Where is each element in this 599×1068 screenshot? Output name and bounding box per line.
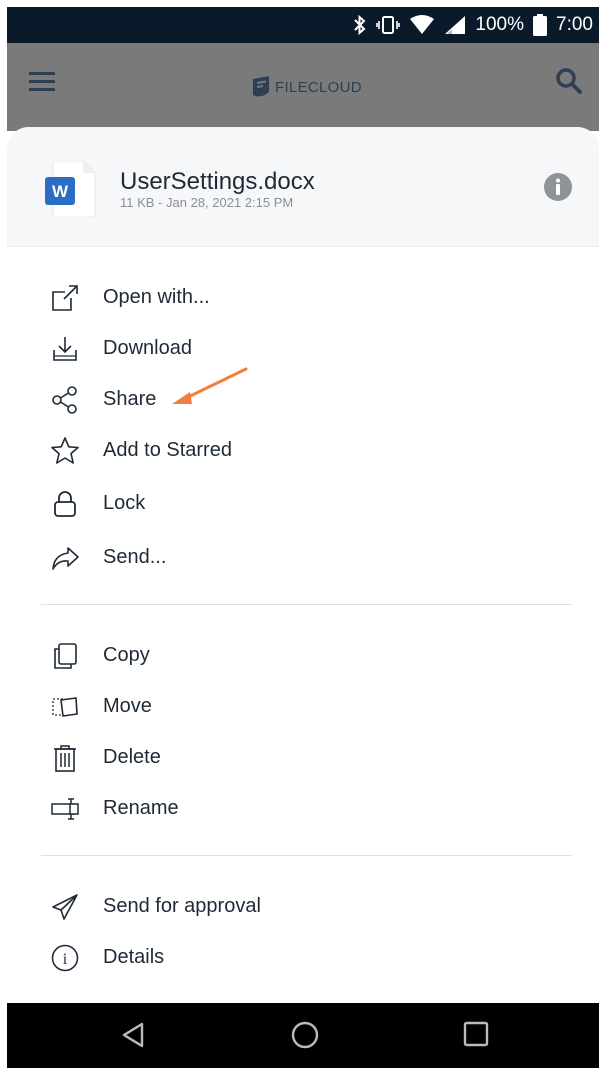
info-icon[interactable] <box>543 172 573 202</box>
divider <box>41 604 572 605</box>
share-icon <box>49 384 81 416</box>
menu-item-share[interactable]: Share <box>7 377 599 421</box>
menu-item-move[interactable]: Move <box>7 684 599 728</box>
menu-item-open-with[interactable]: Open with... <box>7 275 599 319</box>
signal-icon <box>445 16 466 34</box>
wifi-icon <box>410 15 435 34</box>
back-icon[interactable] <box>120 1021 146 1049</box>
menu-item-label: Share <box>103 388 157 410</box>
word-badge-letter: W <box>52 182 69 201</box>
filecloud-logo: FILECLOUD <box>251 75 362 99</box>
battery-icon <box>533 14 548 36</box>
vibrate-icon <box>376 16 401 34</box>
send-icon <box>49 542 81 574</box>
app-header: FILECLOUD <box>7 43 599 131</box>
menu-item-label: Details <box>103 946 165 968</box>
menu-item-label: Download <box>103 337 192 359</box>
file-actions-sheet: W UserSettings.docx 11 KB - Jan 28, 2021… <box>7 127 599 1003</box>
logo-text: FILECLOUD <box>275 78 362 96</box>
menu-item-copy[interactable]: Copy <box>7 633 599 677</box>
menu-item-label: Open with... <box>103 286 210 308</box>
search-icon[interactable] <box>555 67 583 95</box>
menu-item-label: Lock <box>103 492 146 514</box>
menu-item-label: Send for approval <box>103 895 261 917</box>
menu-item-label: Send... <box>103 546 167 568</box>
paper-plane-icon <box>49 891 81 923</box>
move-icon <box>49 691 81 723</box>
menu-item-label: Move <box>103 695 152 717</box>
lock-icon <box>49 488 81 520</box>
menu-item-delete[interactable]: Delete <box>7 735 599 779</box>
filecloud-logo-icon <box>253 76 269 97</box>
status-bar: 100% 7:00 <box>7 7 599 43</box>
info-circle-icon: i <box>49 942 81 974</box>
menu-item-label: Delete <box>103 746 161 768</box>
divider <box>41 855 572 856</box>
system-navigation-bar <box>7 1003 599 1068</box>
hamburger-menu-icon[interactable] <box>29 71 57 93</box>
file-meta: 11 KB - Jan 28, 2021 2:15 PM <box>120 195 294 210</box>
download-icon <box>49 333 81 365</box>
menu-item-label: Add to Starred <box>103 439 232 461</box>
open-with-icon <box>49 282 81 314</box>
star-icon <box>49 435 81 467</box>
menu-item-send[interactable]: Send... <box>7 535 599 579</box>
bluetooth-icon <box>354 15 366 35</box>
menu-item-label: Rename <box>103 797 179 819</box>
annotation-arrow-icon <box>172 367 248 404</box>
battery-percentage: 100% <box>475 14 525 35</box>
copy-icon <box>49 640 81 672</box>
clock: 7:00 <box>556 14 593 35</box>
menu-item-details[interactable]: i Details <box>7 935 599 979</box>
menu-item-send-for-approval[interactable]: Send for approval <box>7 884 599 928</box>
recents-icon[interactable] <box>463 1021 489 1047</box>
menu-item-add-to-starred[interactable]: Add to Starred <box>7 428 599 472</box>
svg-text:i: i <box>63 951 68 968</box>
menu-item-rename[interactable]: Rename <box>7 786 599 830</box>
file-name: UserSettings.docx <box>120 168 315 195</box>
word-document-icon: W <box>45 161 96 217</box>
menu-item-download[interactable]: Download <box>7 326 599 370</box>
file-header: W UserSettings.docx 11 KB - Jan 28, 2021… <box>7 127 599 247</box>
rename-icon <box>49 793 81 825</box>
home-icon[interactable] <box>291 1021 319 1049</box>
trash-icon <box>49 742 81 774</box>
menu-item-label: Copy <box>103 644 150 666</box>
menu-item-lock[interactable]: Lock <box>7 481 599 525</box>
